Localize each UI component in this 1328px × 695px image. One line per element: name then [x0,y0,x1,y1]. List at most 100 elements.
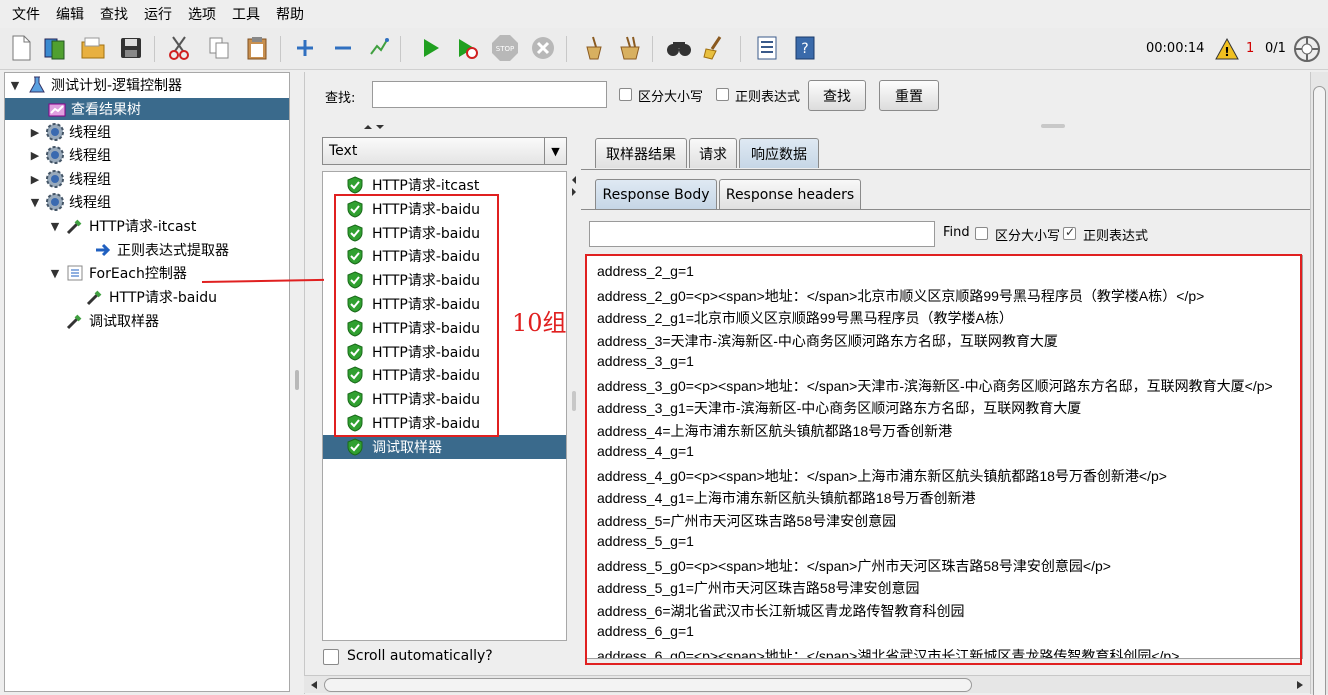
tab-sampler-result[interactable]: 取样器结果 [595,138,687,168]
svg-text:STOP: STOP [496,45,514,53]
annotation-box-results [334,194,499,437]
expand-icon[interactable] [290,33,320,63]
tree-item-label: 查看结果树 [71,102,141,118]
find-regex-label: 正则表达式 [1083,229,1149,244]
flask-icon [27,75,47,95]
remote-status-icon [1292,34,1322,64]
left-splitter[interactable] [291,72,303,692]
menu-run[interactable]: 运行 [136,4,180,24]
tree-item-label: 测试计划-逻辑控制器 [51,78,183,94]
find-case-label: 区分大小写 [995,229,1061,244]
arrow-icon [93,240,113,260]
gear-icon [45,122,65,142]
menu-search[interactable]: 查找 [92,4,136,24]
tab-request[interactable]: 请求 [689,138,737,168]
menu-help[interactable]: 帮助 [268,4,312,24]
templates-icon[interactable] [40,33,70,63]
chart-icon [47,99,67,119]
find-input[interactable] [589,221,935,247]
tree-item-http-baidu[interactable]: HTTP请求-baidu [5,286,217,308]
save-icon[interactable] [116,33,146,63]
tree-item-debug-sampler[interactable]: 调试取样器 [5,310,159,332]
new-icon[interactable] [6,33,36,63]
tab-response-data[interactable]: 响应数据 [739,138,819,168]
case-sensitive-label: 区分大小写 [638,90,704,105]
gear-icon [45,192,65,212]
horizontal-scrollbar[interactable] [304,675,1310,693]
tree-item-label: 线程组 [69,125,111,141]
cut-icon[interactable] [164,33,194,63]
tree-item-http-itcast[interactable]: ▼ HTTP请求-itcast [5,215,197,237]
paste-icon[interactable] [242,33,272,63]
expand-toggle-icon[interactable]: ▶ [29,126,41,139]
tree-item-label: 正则表达式提取器 [117,243,229,259]
menu-options[interactable]: 选项 [180,4,224,24]
start-no-pause-icon[interactable] [452,33,482,63]
copy-icon[interactable] [204,33,234,63]
tree-item-label: 线程组 [69,148,111,164]
function-helper-icon[interactable] [752,33,782,63]
find-label: Find [943,225,970,240]
pipette-icon [85,287,105,307]
tree-item-test-plan[interactable]: ▼ 测试计划-逻辑控制器 [5,74,289,96]
expand-toggle-icon[interactable]: ▼ [9,79,21,92]
tree-item-label: HTTP请求-baidu [109,290,217,306]
menu-file[interactable]: 文件 [4,4,48,24]
reset-button[interactable]: 重置 [879,80,939,111]
toolbar: STOP ? 00:00:14 ! 1 0/1 [0,28,1328,70]
tree-item-thread-group[interactable]: ▶ 线程组 [5,121,111,143]
tree-item-foreach-controller[interactable]: ▼ ForEach控制器 [5,262,187,284]
expand-toggle-icon[interactable]: ▼ [29,196,41,209]
collapse-icon[interactable] [328,33,358,63]
search-icon[interactable] [664,33,694,63]
regex-checkbox[interactable] [716,88,729,101]
tree-item-thread-group[interactable]: ▶ 线程组 [5,144,111,166]
tree-item-thread-group[interactable]: ▶ 线程组 [5,168,111,190]
start-icon[interactable] [416,33,446,63]
case-sensitive-checkbox[interactable] [619,88,632,101]
find-button[interactable]: 查找 [808,80,866,111]
expand-toggle-icon[interactable]: ▶ [29,149,41,162]
find-regex-checkbox[interactable] [1063,225,1076,240]
scroll-automatically-checkbox[interactable] [323,649,339,665]
stop-icon[interactable]: STOP [490,33,520,63]
vertical-splitter[interactable] [569,131,579,671]
result-item-label: HTTP请求-itcast [372,178,480,194]
clear-all-icon[interactable] [614,33,644,63]
tree-item-view-results-tree[interactable]: 查看结果树 [5,98,289,120]
result-item[interactable]: 调试取样器 [323,434,566,459]
pipette-icon [65,311,85,331]
foreach-icon [65,263,85,283]
renderer-selected: Text [329,143,358,159]
success-shield-icon [347,438,363,456]
menu-tools[interactable]: 工具 [224,4,268,24]
expand-toggle-icon[interactable]: ▼ [49,220,61,233]
test-plan-tree: ▼ 测试计划-逻辑控制器 查看结果树 ▶ 线程组 ▶ 线程组 ▶ 线程组 ▼ 线… [4,72,290,692]
tree-item-regex-extractor[interactable]: 正则表达式提取器 [5,239,229,261]
elapsed-time: 00:00:14 [1146,41,1205,56]
clear-icon[interactable] [578,33,608,63]
vertical-scrollbar[interactable] [1310,72,1328,695]
search-input[interactable] [372,81,607,108]
shutdown-icon[interactable] [528,33,558,63]
tab-response-headers[interactable]: Response headers [719,179,861,209]
search-label: 查找: [325,91,356,106]
gear-icon [45,169,65,189]
toggle-icon[interactable] [364,33,394,63]
gear-icon [45,145,65,165]
find-case-checkbox[interactable] [975,227,988,240]
horizontal-splitter[interactable] [305,123,1311,131]
menu-edit[interactable]: 编辑 [48,4,92,24]
tree-item-thread-group[interactable]: ▼ 线程组 [5,191,111,213]
expand-toggle-icon[interactable]: ▶ [29,173,41,186]
open-icon[interactable] [78,33,108,63]
svg-text:!: ! [1224,45,1229,59]
chevron-down-icon[interactable]: ▼ [544,138,566,164]
expand-toggle-icon[interactable]: ▼ [49,267,61,280]
renderer-select[interactable]: Text ▼ [322,137,567,165]
warning-icon[interactable]: ! [1212,34,1242,64]
help-icon[interactable]: ? [790,33,820,63]
tab-response-body[interactable]: Response Body [595,179,717,209]
regex-label: 正则表达式 [735,90,801,105]
reset-search-icon[interactable] [700,33,730,63]
